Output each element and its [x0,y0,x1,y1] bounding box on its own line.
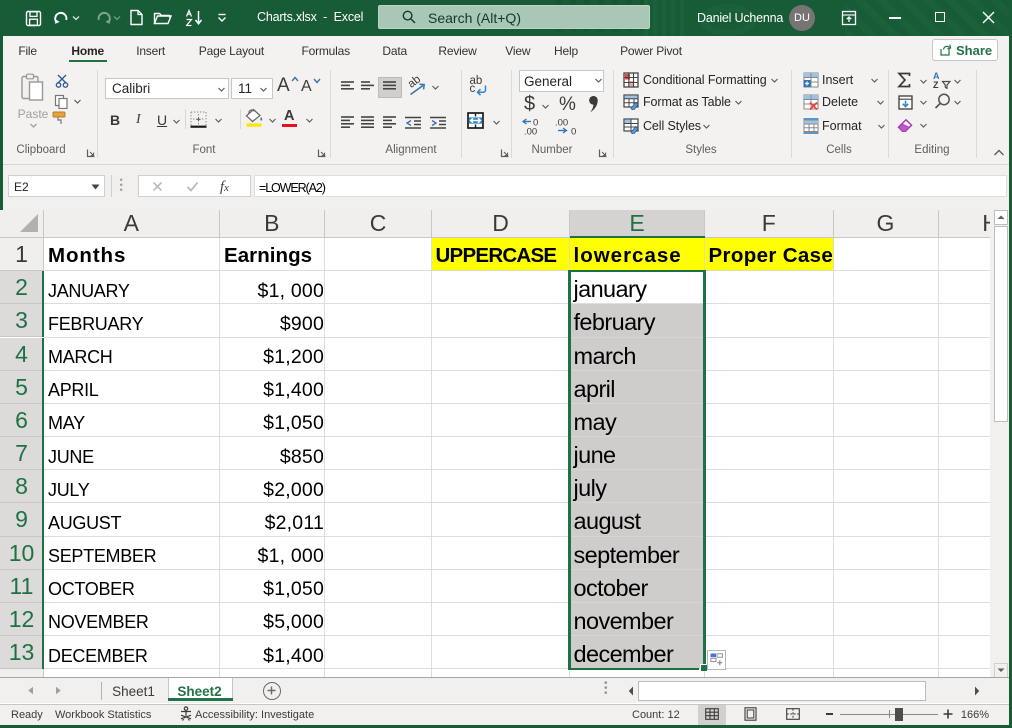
svg-text:Z: Z [933,80,939,89]
svg-text:.00: .00 [555,118,568,129]
svg-text:0: 0 [571,127,576,136]
svg-text:.00: .00 [524,127,537,136]
